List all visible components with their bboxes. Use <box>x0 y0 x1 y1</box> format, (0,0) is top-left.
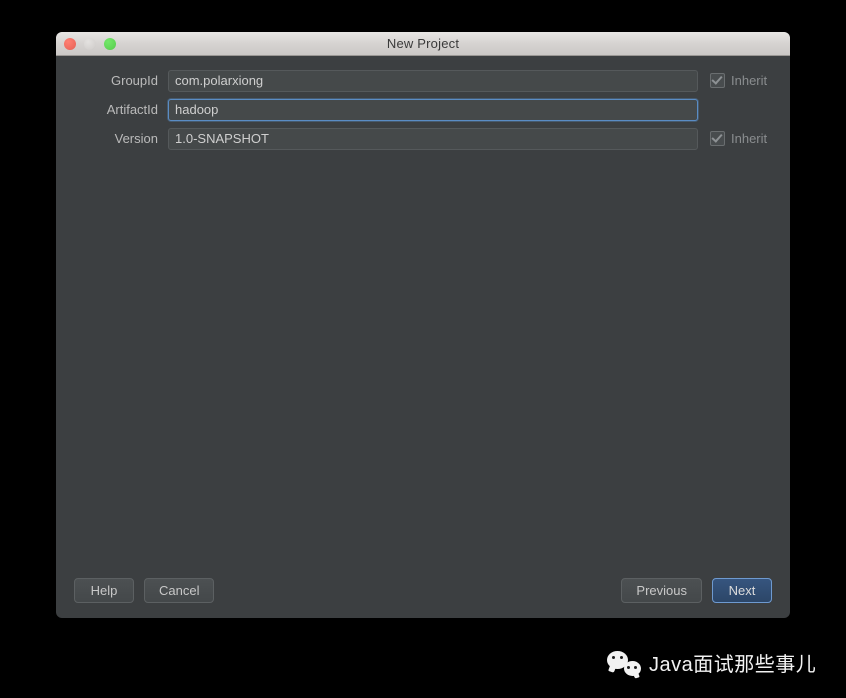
artifactid-input[interactable] <box>168 98 698 121</box>
version-input[interactable] <box>168 127 698 150</box>
cancel-button[interactable]: Cancel <box>144 577 215 603</box>
form-row-groupid: GroupId Inherit <box>56 66 790 95</box>
maximize-window-button[interactable] <box>104 37 116 50</box>
watermark-text: Java面试那些事儿 <box>649 654 817 676</box>
watermark: Java面试那些事儿 <box>607 648 816 677</box>
footer-right-buttons: Previous Next <box>621 577 772 603</box>
version-inherit-group[interactable]: Inherit <box>698 131 776 146</box>
window-title: New Project <box>386 36 460 51</box>
groupid-inherit-checkbox[interactable] <box>710 73 725 88</box>
new-project-dialog: New Project GroupId Inherit ArtifactId I… <box>56 32 790 618</box>
next-button[interactable]: Next <box>712 577 772 603</box>
minimize-window-button[interactable] <box>84 37 96 50</box>
help-button[interactable]: Help <box>74 577 134 603</box>
version-label: Version <box>114 131 158 146</box>
groupid-input[interactable] <box>168 69 698 92</box>
version-inherit-label: Inherit <box>731 131 768 146</box>
form-row-artifactid: ArtifactId Inherit <box>56 95 790 124</box>
previous-button[interactable]: Previous <box>621 577 702 603</box>
dialog-footer: Help Cancel Previous Next <box>56 562 790 618</box>
window-controls <box>64 32 116 55</box>
form-row-version: Version Inherit <box>56 124 790 153</box>
window-titlebar: New Project <box>56 32 790 56</box>
groupid-inherit-label: Inherit <box>731 73 768 88</box>
dialog-body: GroupId Inherit ArtifactId Inherit Versi… <box>56 56 790 562</box>
footer-left-buttons: Help Cancel <box>74 577 215 603</box>
groupid-inherit-group[interactable]: Inherit <box>698 73 776 88</box>
wechat-icon <box>607 649 641 677</box>
close-window-button[interactable] <box>64 37 76 50</box>
version-inherit-checkbox[interactable] <box>710 131 725 146</box>
artifactid-label: ArtifactId <box>106 102 158 117</box>
groupid-label: GroupId <box>111 73 158 88</box>
